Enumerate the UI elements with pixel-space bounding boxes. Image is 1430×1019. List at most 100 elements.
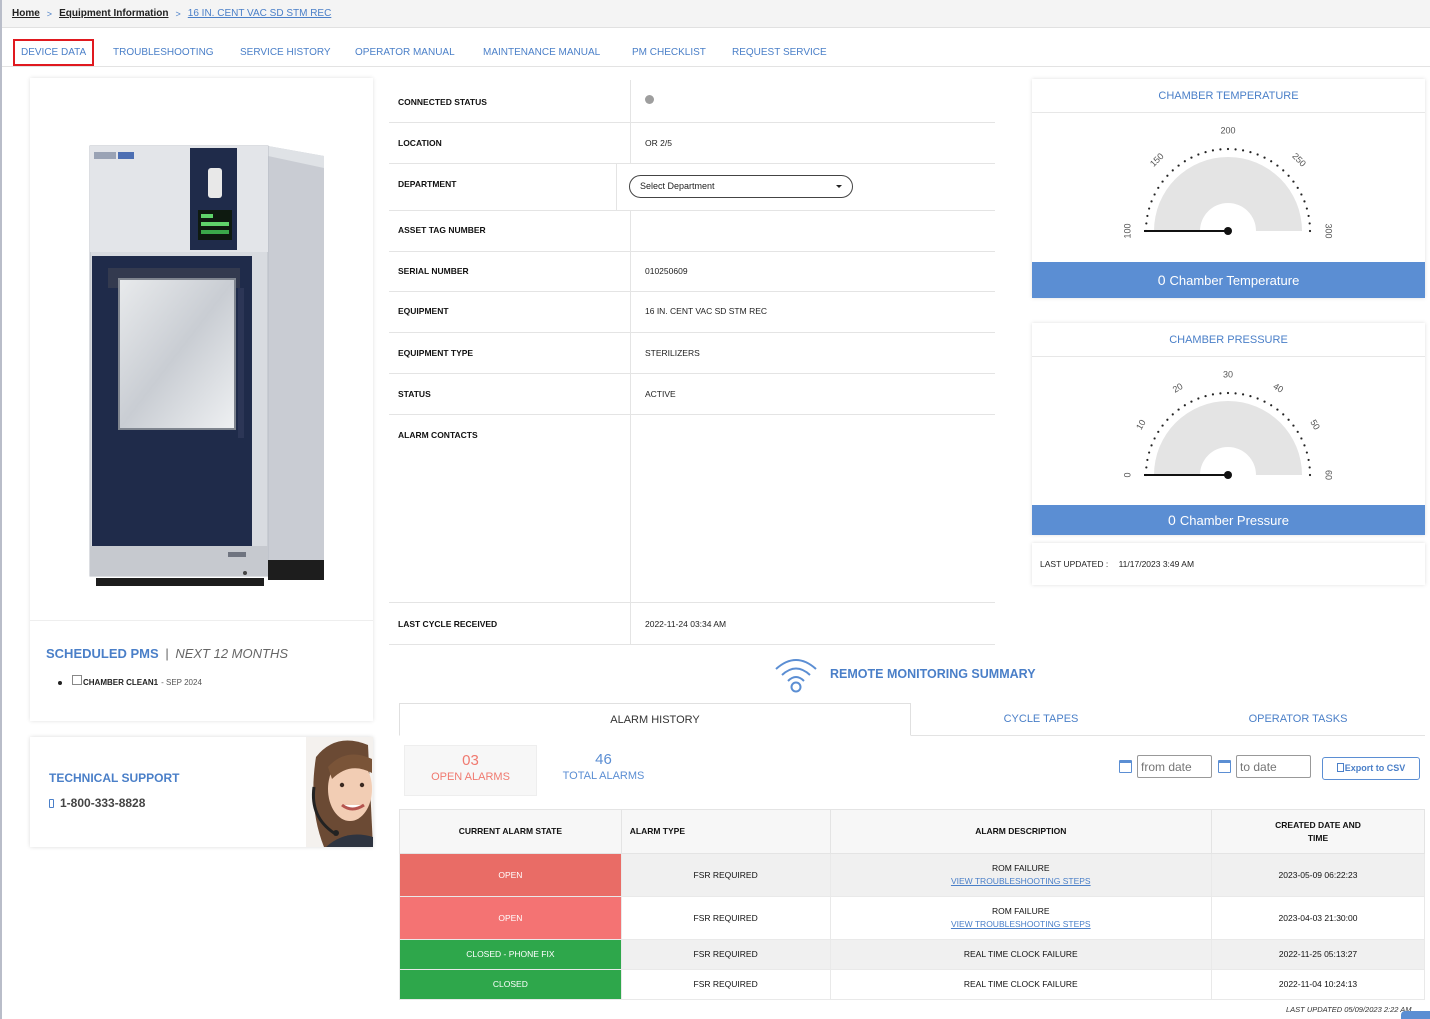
column-divider: [630, 292, 631, 332]
alarm-type-cell: FSR REQUIRED: [620, 939, 831, 970]
pressure-scale-dot: [1146, 458, 1149, 462]
temperature-scale-dot: [1296, 186, 1299, 189]
alarm-history-table: CURRENT ALARM STATE ALARM TYPE ALARM DES…: [399, 809, 1425, 1000]
chamber-pressure-title: CHAMBER PRESSURE: [1032, 323, 1425, 357]
column-divider: [616, 164, 617, 210]
export-csv-label: Export to CSV: [1344, 763, 1406, 773]
alarm-state-cell: CLOSED - PHONE FIX: [399, 939, 622, 970]
info-label: EQUIPMENT TYPE: [398, 348, 474, 358]
from-date-group: [1119, 755, 1212, 778]
column-header-description[interactable]: ALARM DESCRIPTION: [829, 809, 1213, 854]
info-row-department: DEPARTMENT Select Department: [389, 164, 995, 211]
column-divider: [630, 123, 631, 163]
temperature-scale-dot: [1270, 160, 1273, 163]
equipment-type-value: STERILIZERS: [645, 348, 700, 358]
pressure-tick-label: 0: [1122, 472, 1132, 477]
calendar-icon[interactable]: [1218, 760, 1231, 773]
troubleshooting-link[interactable]: VIEW TROUBLESHOOTING STEPS: [951, 919, 1091, 929]
open-alarms-count[interactable]: 03 OPEN ALARMS: [404, 745, 537, 796]
column-divider: [630, 603, 631, 644]
department-select[interactable]: Select Department: [629, 175, 853, 198]
breadcrumb-current-link[interactable]: 16 IN. CENT VAC SD STM REC: [188, 8, 332, 19]
calendar-icon[interactable]: [1119, 760, 1132, 773]
temperature-tick-label: 150: [1148, 151, 1166, 169]
alarm-created-cell: 2022-11-04 10:24:13: [1211, 969, 1425, 1000]
pressure-scale-dot: [1270, 404, 1273, 407]
caret-down-icon: [836, 185, 842, 188]
monitoring-tabs: ALARM HISTORY CYCLE TAPES OPERATOR TASKS: [399, 703, 1425, 736]
tab-alarm-history[interactable]: ALARM HISTORY: [399, 703, 911, 736]
serial-value: 010250609: [645, 266, 688, 276]
from-date-input[interactable]: [1137, 755, 1212, 778]
support-phone[interactable]: 1-800-333-8828: [49, 796, 145, 810]
temperature-scale-dot: [1226, 147, 1230, 151]
pm-checkbox[interactable]: [72, 674, 82, 685]
tab-operator-tasks[interactable]: OPERATOR TASKS: [1171, 703, 1425, 736]
column-divider: [630, 415, 631, 602]
pressure-scale-dot: [1148, 451, 1151, 454]
wifi-icon: [775, 659, 817, 693]
tab-cycle-tapes[interactable]: CYCLE TAPES: [911, 703, 1171, 736]
pressure-tick-label: 10: [1134, 418, 1148, 432]
breadcrumb-home-link[interactable]: Home: [12, 8, 40, 19]
pressure-needle-hub: [1224, 471, 1232, 479]
alarm-created-cell: 2022-11-25 05:13:27: [1211, 939, 1425, 970]
alarm-description-cell: REAL TIME CLOCK FAILURE: [829, 939, 1213, 970]
open-alarms-number: 03: [462, 752, 479, 769]
temperature-tick-label: 250: [1290, 151, 1308, 169]
temperature-scale-dot: [1166, 174, 1169, 177]
info-row-last-cycle: LAST CYCLE RECEIVED 2022-11-24 03:34 AM: [389, 603, 995, 645]
pressure-scale-dot: [1241, 393, 1245, 396]
pressure-scale-dot: [1166, 418, 1169, 421]
chamber-pressure-gauge: 0 10 20 30 40 50 60: [1122, 369, 1333, 480]
pressure-scale-dot: [1150, 444, 1153, 447]
alarm-state-cell: OPEN: [399, 896, 622, 940]
pressure-scale-dot: [1161, 424, 1164, 427]
breadcrumb-equipment-link[interactable]: Equipment Information: [59, 8, 168, 19]
table-row: OPEN FSR REQUIRED ROM FAILURE VIEW TROUB…: [399, 853, 1425, 897]
total-alarms-label: TOTAL ALARMS: [562, 770, 645, 782]
tab-maintenance-manual[interactable]: MAINTENANCE MANUAL: [483, 39, 600, 66]
total-alarms-count[interactable]: 46 TOTAL ALARMS: [537, 745, 670, 796]
pressure-scale-dot: [1308, 473, 1312, 477]
temperature-scale-dot: [1307, 214, 1310, 218]
column-header-type[interactable]: ALARM TYPE: [620, 809, 831, 854]
temperature-scale-dot: [1153, 193, 1156, 196]
info-row-status: STATUS ACTIVE: [389, 374, 995, 415]
pressure-scale-dot: [1303, 444, 1306, 447]
export-csv-button[interactable]: Export to CSV: [1322, 757, 1420, 780]
info-label: SERIAL NUMBER: [398, 266, 469, 276]
device-card: SCHEDULED PMS | NEXT 12 MONTHS CHAMBER C…: [30, 78, 373, 721]
chamber-pressure-card: CHAMBER PRESSURE 0 10 20 30 40 50 60 0 Chamber …: [1032, 323, 1425, 535]
gauge-last-updated: LAST UPDATED : 11/17/2023 3:49 AM: [1032, 543, 1425, 585]
tab-operator-manual[interactable]: OPERATOR MANUAL: [355, 39, 455, 66]
scheduled-pms-range: NEXT 12 MONTHS: [175, 646, 289, 661]
tab-pm-checklist[interactable]: PM CHECKLIST: [632, 39, 706, 66]
tab-troubleshooting[interactable]: TROUBLESHOOTING: [113, 39, 214, 66]
chamber-pressure-label: Chamber Pressure: [1179, 513, 1289, 528]
info-label: LAST CYCLE RECEIVED: [398, 619, 498, 629]
to-date-input[interactable]: [1236, 755, 1311, 778]
last-cycle-value: 2022-11-24 03:34 AM: [645, 619, 727, 629]
column-header-created[interactable]: CREATED DATE AND TIME: [1211, 809, 1425, 854]
location-value: OR 2/5: [645, 138, 672, 148]
pressure-scale-dot: [1153, 437, 1156, 440]
pressure-scale-dot: [1177, 408, 1180, 411]
tab-device-data[interactable]: DEVICE DATA: [13, 39, 95, 66]
scrollbar-thumb[interactable]: [1401, 1011, 1430, 1019]
info-row-connected-status: CONNECTED STATUS: [389, 80, 995, 123]
temperature-needle-hub: [1224, 227, 1232, 235]
column-header-state[interactable]: CURRENT ALARM STATE: [399, 809, 622, 854]
scheduled-pms-heading: SCHEDULED PMS | NEXT 12 MONTHS: [46, 646, 288, 661]
temperature-scale-dot: [1234, 148, 1237, 151]
remote-monitoring-title: REMOTE MONITORING SUMMARY: [830, 667, 1036, 681]
temperature-scale-dot: [1190, 156, 1193, 159]
chamber-temperature-readout: 0 Chamber Temperature: [1032, 262, 1425, 298]
tab-request-service[interactable]: REQUEST SERVICE: [732, 39, 827, 66]
info-row-alarm-contacts: ALARM CONTACTS: [389, 415, 995, 603]
info-label: EQUIPMENT: [398, 306, 449, 316]
chamber-temperature-gauge: 100 150 200 250 300: [1122, 125, 1333, 238]
tab-service-history[interactable]: SERVICE HISTORY: [240, 39, 331, 66]
temperature-scale-dot: [1300, 193, 1303, 196]
troubleshooting-link[interactable]: VIEW TROUBLESHOOTING STEPS: [951, 876, 1091, 886]
